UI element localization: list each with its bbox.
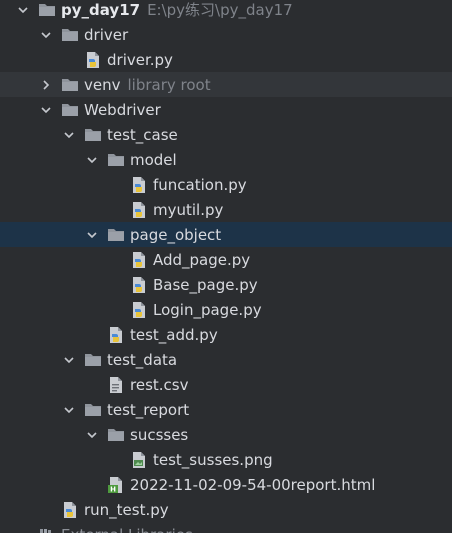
tree-row[interactable]: Base_page.py — [0, 272, 452, 297]
chevron-down-icon[interactable] — [62, 397, 76, 422]
tree-row[interactable]: test_susses.png — [0, 447, 452, 472]
library-icon — [38, 526, 56, 533]
python-file-icon — [130, 251, 148, 269]
tree-item-label: Add_page.py — [153, 250, 251, 269]
tree-row[interactable]: test_data — [0, 347, 452, 372]
chevron-down-icon[interactable] — [16, 0, 30, 22]
tree-row[interactable]: run_test.py — [0, 497, 452, 522]
tree-item-label: page_object — [130, 225, 222, 244]
tree-item-label: model — [130, 150, 177, 169]
folder-icon — [84, 351, 102, 369]
tree-row[interactable]: Login_page.py — [0, 297, 452, 322]
tree-row[interactable]: test_report — [0, 397, 452, 422]
folder-icon — [84, 126, 102, 144]
tree-item-label: Login_page.py — [153, 300, 262, 319]
tree-item-label: test_case — [107, 125, 178, 144]
tree-item-label: rest.csv — [130, 375, 189, 394]
chevron-down-icon[interactable] — [62, 347, 76, 372]
tree-row[interactable]: py_day17 E:\py练习\py_day17 — [0, 0, 452, 22]
csv-file-icon — [107, 376, 125, 394]
html-file-icon: H — [107, 476, 125, 494]
python-file-icon — [61, 501, 79, 519]
tree-item-label: py_day17 — [61, 0, 141, 19]
tree-row[interactable]: H 2022-11-02-09-54-00report.html — [0, 472, 452, 497]
tree-row[interactable]: Webdriver — [0, 97, 452, 122]
image-file-icon — [130, 451, 148, 469]
chevron-down-icon[interactable] — [85, 422, 99, 447]
folder-icon — [61, 26, 79, 44]
tree-row[interactable]: venv library root — [0, 72, 452, 97]
tree-item-hint: library root — [127, 75, 211, 94]
tree-item-label: funcation.py — [153, 175, 247, 194]
folder-icon — [84, 401, 102, 419]
folder-icon — [107, 151, 125, 169]
tree-row[interactable]: test_add.py — [0, 322, 452, 347]
tree-item-label: External Libraries — [61, 526, 193, 533]
tree-row[interactable]: funcation.py — [0, 172, 452, 197]
project-tree: py_day17 E:\py练习\py_day17driver driver.py v… — [0, 0, 452, 533]
chevron-right-icon[interactable] — [39, 72, 53, 97]
tree-row[interactable]: rest.csv — [0, 372, 452, 397]
tree-item-label: test_susses.png — [153, 450, 273, 469]
tree-row[interactable]: sucsses — [0, 422, 452, 447]
tree-row[interactable]: driver — [0, 22, 452, 47]
tree-item-label: driver.py — [107, 50, 173, 69]
tree-item-label: test_data — [107, 350, 178, 369]
tree-item-label: test_add.py — [130, 325, 218, 344]
folder-icon — [107, 426, 125, 444]
tree-row[interactable]: Add_page.py — [0, 247, 452, 272]
tree-item-label: test_report — [107, 400, 190, 419]
tree-row[interactable]: driver.py — [0, 47, 452, 72]
folder-icon — [38, 1, 56, 19]
folder-icon — [61, 76, 79, 94]
tree-item-hint: E:\py练习\py_day17 — [147, 1, 293, 19]
chevron-down-icon[interactable] — [85, 222, 99, 247]
tree-item-label: Base_page.py — [153, 275, 258, 294]
python-file-icon — [130, 176, 148, 194]
tree-row[interactable]: test_case — [0, 122, 452, 147]
python-file-icon — [130, 301, 148, 319]
chevron-down-icon[interactable] — [85, 147, 99, 172]
folder-icon — [61, 101, 79, 119]
chevron-down-icon[interactable] — [62, 122, 76, 147]
tree-row[interactable]: page_object — [0, 222, 452, 247]
tree-item-label: Webdriver — [84, 100, 161, 119]
tree-row[interactable]: model — [0, 147, 452, 172]
tree-item-label: 2022-11-02-09-54-00report.html — [130, 475, 376, 494]
tree-item-label: sucsses — [130, 425, 189, 444]
tree-row[interactable]: myutil.py — [0, 197, 452, 222]
folder-icon — [107, 226, 125, 244]
python-file-icon — [130, 201, 148, 219]
python-file-icon — [130, 276, 148, 294]
chevron-down-icon[interactable] — [39, 22, 53, 47]
tree-item-label: run_test.py — [84, 500, 169, 519]
chevron-down-icon[interactable] — [39, 97, 53, 122]
tree-item-label: venv — [84, 75, 121, 94]
svg-text:H: H — [110, 485, 116, 493]
python-file-icon — [107, 326, 125, 344]
python-file-icon — [84, 51, 102, 69]
tree-item-label: myutil.py — [153, 200, 224, 219]
tree-item-label: driver — [84, 25, 129, 44]
tree-row[interactable]: External Libraries — [0, 522, 452, 533]
